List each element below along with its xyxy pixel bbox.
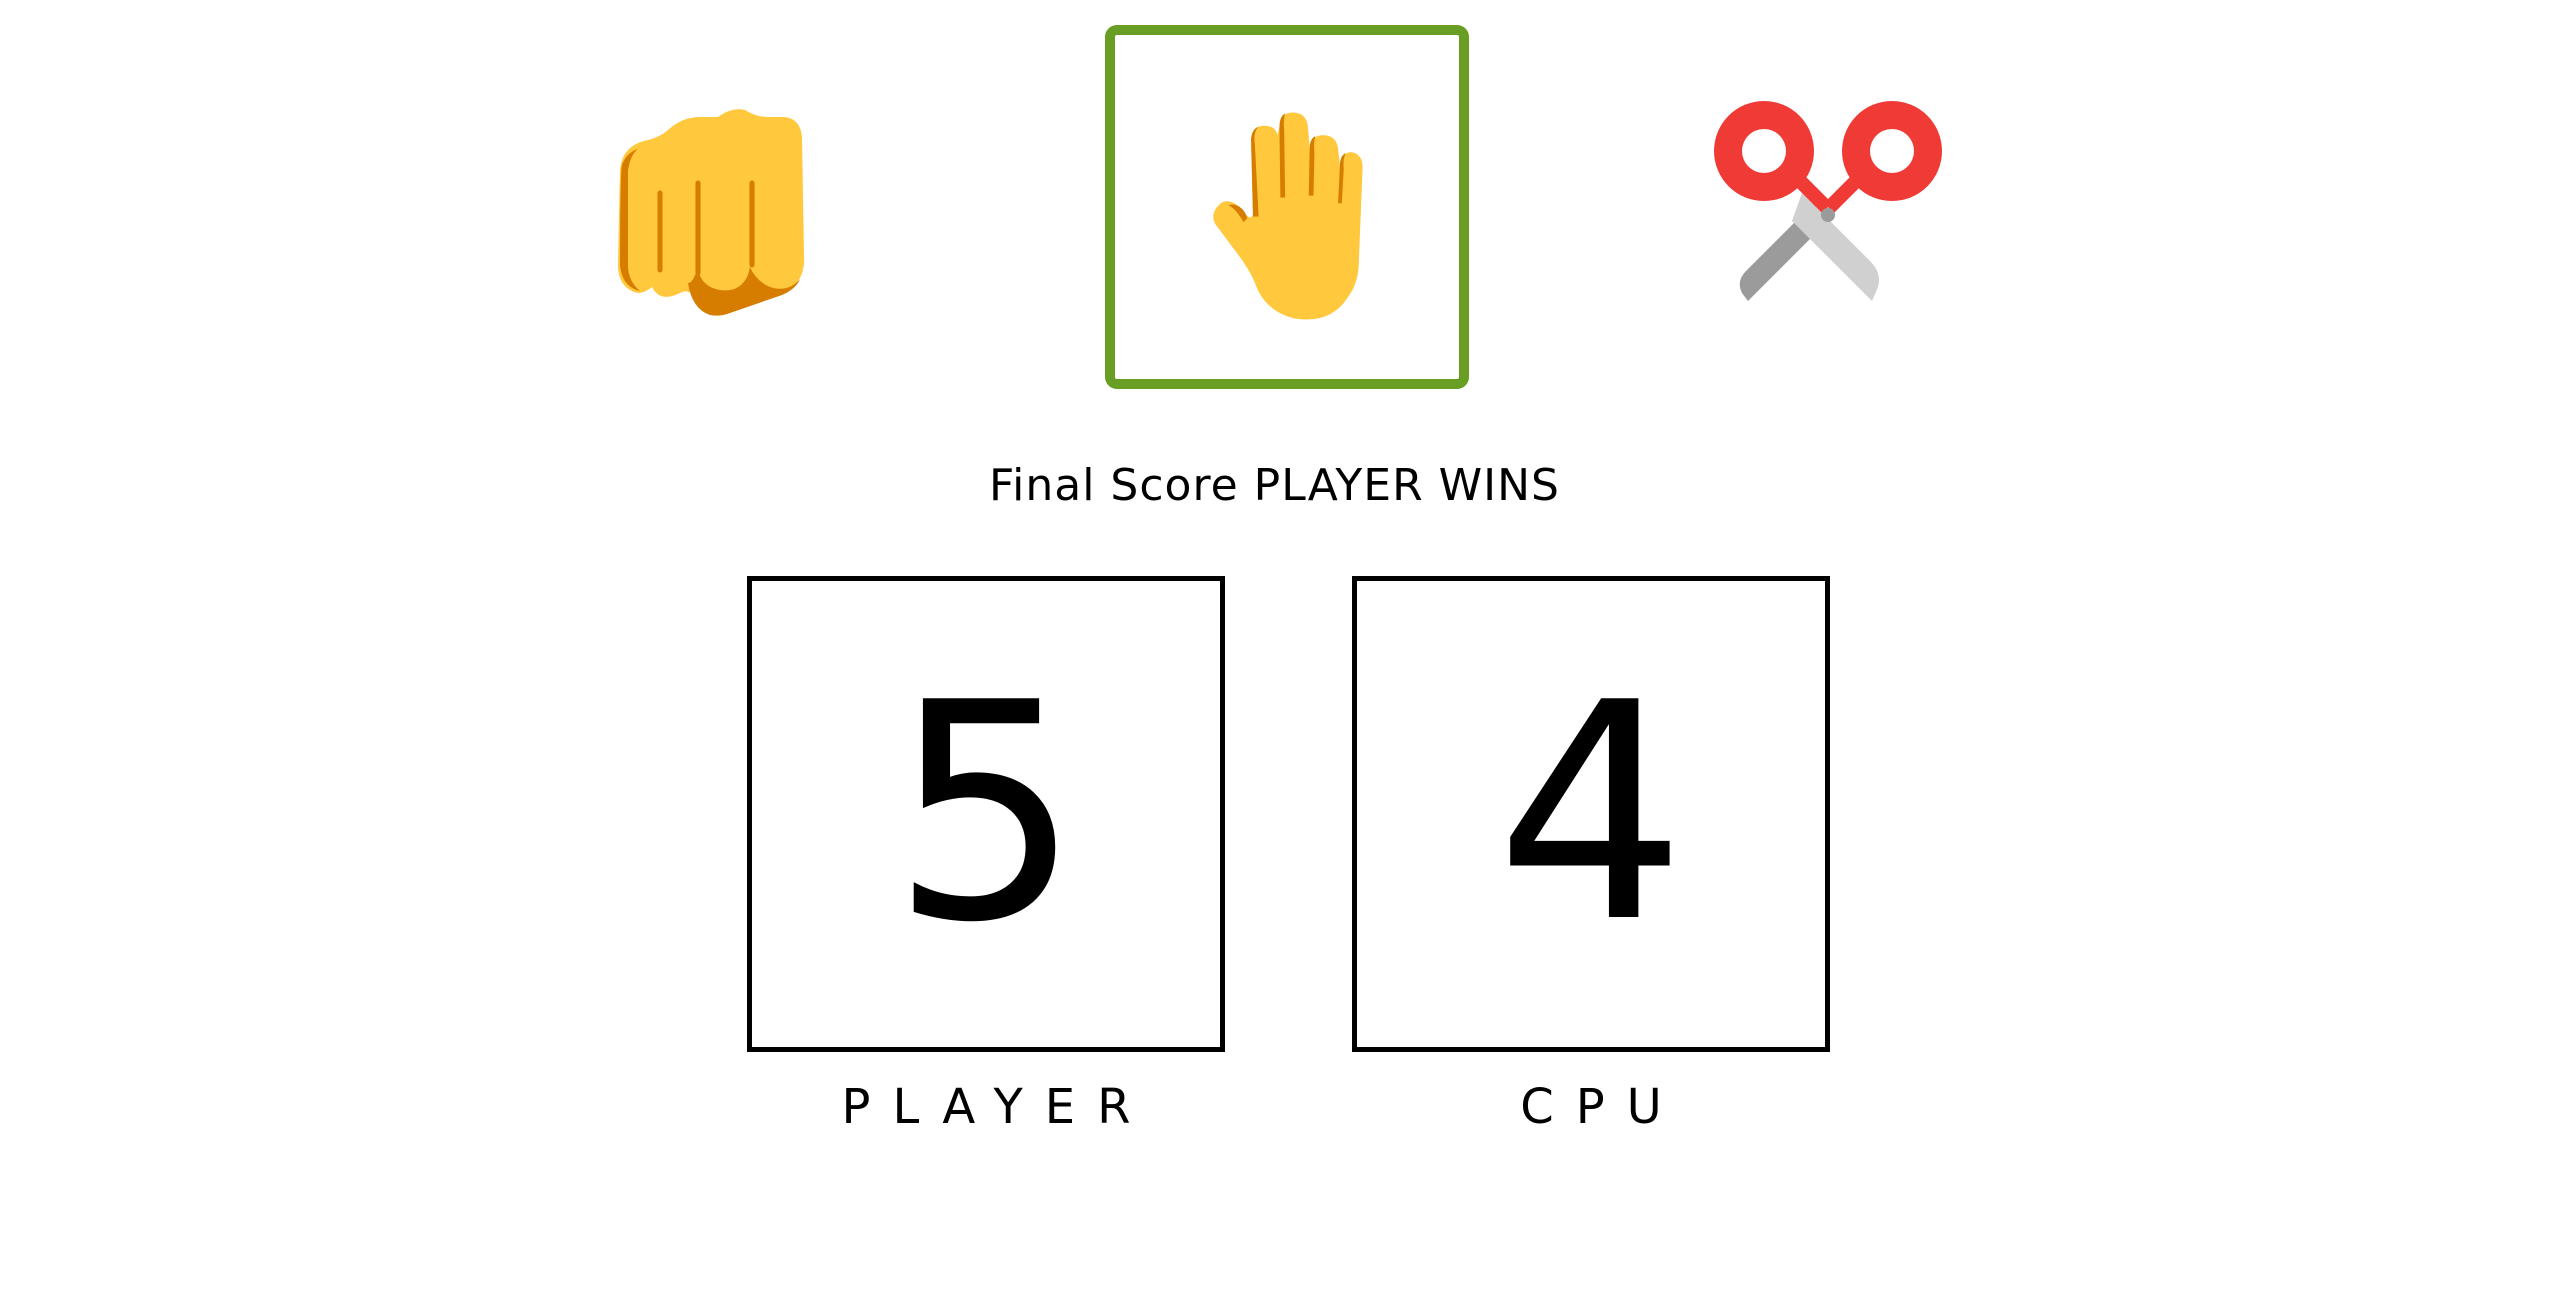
raised-hand-icon xyxy=(1213,112,1363,320)
cpu-score-value: 4 xyxy=(1495,639,1687,988)
final-score-message: Final Score PLAYER WINS xyxy=(0,456,2549,516)
cpu-score-box: 4 xyxy=(1352,576,1830,1052)
scissors-icon xyxy=(1714,101,1942,301)
paper-choice-button[interactable] xyxy=(1105,25,1469,389)
result-prefix: Final Score xyxy=(989,460,1239,511)
rock-choice-button[interactable] xyxy=(560,25,924,389)
player-score-box: 5 xyxy=(747,576,1225,1052)
player-score-value: 5 xyxy=(890,639,1082,988)
cpu-score-label: CPU xyxy=(1520,1079,1684,1135)
fist-icon xyxy=(618,109,805,316)
scissors-choice-button[interactable] xyxy=(1652,25,2016,389)
choice-row xyxy=(0,0,2549,420)
player-score-label: PLAYER xyxy=(841,1079,1153,1135)
result-outcome: PLAYER WINS xyxy=(1253,460,1560,511)
